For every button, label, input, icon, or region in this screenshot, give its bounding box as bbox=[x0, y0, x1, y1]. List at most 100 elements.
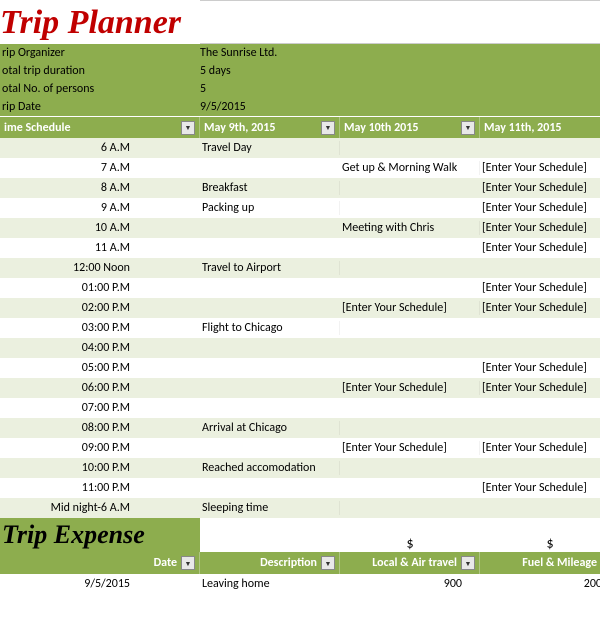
schedule-cell[interactable]: [Enter Your Schedule] bbox=[480, 281, 600, 295]
schedule-cell[interactable]: [Enter Your Schedule] bbox=[480, 221, 600, 235]
tripdate-label: rip Date bbox=[0, 100, 200, 114]
info-row-duration: otal trip duration 5 days bbox=[0, 62, 600, 80]
organizer-value[interactable]: The Sunrise Ltd. bbox=[200, 46, 277, 60]
time-cell[interactable]: 03:00 P.M bbox=[0, 321, 200, 335]
time-cell[interactable]: 12:00 Noon bbox=[0, 261, 200, 275]
time-cell[interactable]: 10 A.M bbox=[0, 221, 200, 235]
schedule-cell[interactable]: Meeting with Chris bbox=[340, 221, 480, 235]
schedule-cell[interactable]: Get up & Morning Walk bbox=[340, 161, 480, 175]
schedule-cell[interactable]: Arrival at Chicago bbox=[200, 421, 340, 435]
schedule-header-day3[interactable]: May 11th, 2015 ▼ bbox=[480, 117, 600, 138]
time-cell[interactable]: 01:00 P.M bbox=[0, 281, 200, 295]
schedule-row: 12:00 NoonTravel to Airport bbox=[0, 258, 600, 278]
schedule-row: 7 A.M Get up & Morning Walk[Enter Your Sc… bbox=[0, 158, 600, 178]
tripdate-value[interactable]: 9/5/2015 bbox=[200, 100, 246, 114]
schedule-cell[interactable]: Packing up bbox=[200, 201, 340, 215]
schedule-cell[interactable]: [Enter Your Schedule] bbox=[340, 381, 480, 395]
time-cell[interactable]: 05:00 P.M bbox=[0, 361, 200, 375]
expense-desc-cell[interactable]: Leaving home bbox=[200, 577, 340, 591]
schedule-row: 04:00 P.M bbox=[0, 338, 600, 358]
schedule-row: Mid night-6 A.MSleeping time bbox=[0, 498, 600, 518]
filter-dropdown-icon[interactable]: ▼ bbox=[181, 556, 195, 570]
schedule-cell[interactable]: [Enter Your Schedule] bbox=[480, 181, 600, 195]
expense-header-travel[interactable]: Local & Air travel ▼ bbox=[340, 552, 480, 574]
header-label-day2: May 10th 2015 bbox=[344, 121, 418, 135]
time-cell[interactable]: 11 A.M bbox=[0, 241, 200, 255]
schedule-cell[interactable]: Travel Day bbox=[200, 141, 340, 155]
schedule-row: 9 A.MPacking up [Enter Your Schedule] bbox=[0, 198, 600, 218]
schedule-cell[interactable]: [Enter Your Schedule] bbox=[480, 301, 600, 315]
currency-symbol: $ bbox=[340, 535, 480, 552]
schedule-cell[interactable]: [Enter Your Schedule] bbox=[480, 201, 600, 215]
expense-header-fuel[interactable]: Fuel & Mileage ▼ bbox=[480, 552, 600, 574]
time-cell[interactable]: 06:00 P.M bbox=[0, 381, 200, 395]
exp-header-date-label: Date bbox=[4, 556, 181, 570]
schedule-cell[interactable]: Reached accomodation bbox=[200, 461, 340, 475]
schedule-cell[interactable]: [Enter Your Schedule] bbox=[340, 301, 480, 315]
time-cell[interactable]: 6 A.M bbox=[0, 141, 200, 155]
filter-dropdown-icon[interactable]: ▼ bbox=[321, 121, 335, 135]
filter-dropdown-icon[interactable]: ▼ bbox=[461, 556, 475, 570]
schedule-cell[interactable]: [Enter Your Schedule] bbox=[480, 441, 600, 455]
expense-title-row: Trip Expense $ $ bbox=[0, 518, 600, 552]
schedule-row: 01:00 P.M [Enter Your Schedule] bbox=[0, 278, 600, 298]
exp-header-desc-label: Description bbox=[204, 556, 321, 570]
time-cell[interactable]: 9 A.M bbox=[0, 201, 200, 215]
schedule-row: 8 A.MBreakfast [Enter Your Schedule] bbox=[0, 178, 600, 198]
schedule-row: 09:00 P.M [Enter Your Schedule][Enter You… bbox=[0, 438, 600, 458]
schedule-header-time[interactable]: ime Schedule ▼ bbox=[0, 117, 200, 138]
expense-travel-cell[interactable]: 900 bbox=[340, 577, 480, 591]
time-cell[interactable]: 09:00 P.M bbox=[0, 441, 200, 455]
time-cell[interactable]: 08:00 P.M bbox=[0, 421, 200, 435]
schedule-cell[interactable]: Travel to Airport bbox=[200, 261, 340, 275]
page-title: Trip Planner bbox=[0, 0, 200, 44]
schedule-row: 11:00 P.M [Enter Your Schedule] bbox=[0, 478, 600, 498]
schedule-row: 10:00 P.MReached accomodation bbox=[0, 458, 600, 478]
expense-header-desc[interactable]: Description ▼ bbox=[200, 552, 340, 574]
schedule-cell[interactable]: [Enter Your Schedule] bbox=[480, 381, 600, 395]
schedule-row: 10 A.M Meeting with Chris[Enter Your Sche… bbox=[0, 218, 600, 238]
filter-dropdown-icon[interactable]: ▼ bbox=[181, 121, 195, 135]
expense-row: 9/5/2015Leaving home900200 bbox=[0, 574, 600, 594]
schedule-cell[interactable]: Flight to Chicago bbox=[200, 321, 340, 335]
expense-header-date[interactable]: Date ▼ bbox=[0, 552, 200, 574]
schedule-cell[interactable]: [Enter Your Schedule] bbox=[480, 161, 600, 175]
schedule-row: 6 A.MTravel Day bbox=[0, 138, 600, 158]
trip-info-block: rip Organizer The Sunrise Ltd. otal trip… bbox=[0, 44, 600, 116]
duration-label: otal trip duration bbox=[0, 64, 200, 78]
expense-date-cell[interactable]: 9/5/2015 bbox=[0, 577, 200, 591]
organizer-label: rip Organizer bbox=[0, 46, 200, 60]
schedule-row: 06:00 P.M [Enter Your Schedule][Enter You… bbox=[0, 378, 600, 398]
time-cell[interactable]: 04:00 P.M bbox=[0, 341, 200, 355]
schedule-header-day1[interactable]: May 9th, 2015 ▼ bbox=[200, 117, 340, 138]
schedule-cell[interactable]: [Enter Your Schedule] bbox=[480, 241, 600, 255]
time-cell[interactable]: 7 A.M bbox=[0, 161, 200, 175]
expense-title: Trip Expense bbox=[0, 518, 200, 552]
time-cell[interactable]: 11:00 P.M bbox=[0, 481, 200, 495]
time-cell[interactable]: Mid night-6 A.M bbox=[0, 501, 200, 515]
time-cell[interactable]: 02:00 P.M bbox=[0, 301, 200, 315]
schedule-cell[interactable]: [Enter Your Schedule] bbox=[480, 481, 600, 495]
exp-header-fuel-label: Fuel & Mileage bbox=[484, 556, 600, 570]
time-cell[interactable]: 10:00 P.M bbox=[0, 461, 200, 475]
duration-value[interactable]: 5 days bbox=[200, 64, 231, 78]
schedule-cell[interactable]: [Enter Your Schedule] bbox=[480, 361, 600, 375]
schedule-cell[interactable]: Breakfast bbox=[200, 181, 340, 195]
schedule-body: 6 A.MTravel Day7 A.MGet up & Morning Wal… bbox=[0, 138, 600, 518]
info-row-organizer: rip Organizer The Sunrise Ltd. bbox=[0, 44, 600, 62]
header-label-day1: May 9th, 2015 bbox=[204, 121, 275, 135]
schedule-header-day2[interactable]: May 10th 2015 ▼ bbox=[340, 117, 480, 138]
info-row-date: rip Date 9/5/2015 bbox=[0, 98, 600, 116]
persons-value[interactable]: 5 bbox=[200, 82, 206, 96]
expense-fuel-cell[interactable]: 200 bbox=[480, 577, 600, 591]
filter-dropdown-icon[interactable]: ▼ bbox=[461, 121, 475, 135]
schedule-row: 03:00 P.MFlight to Chicago bbox=[0, 318, 600, 338]
schedule-row: 02:00 P.M [Enter Your Schedule][Enter You… bbox=[0, 298, 600, 318]
schedule-cell[interactable]: [Enter Your Schedule] bbox=[340, 441, 480, 455]
filter-dropdown-icon[interactable]: ▼ bbox=[321, 556, 335, 570]
schedule-cell[interactable]: Sleeping time bbox=[200, 501, 340, 515]
time-cell[interactable]: 8 A.M bbox=[0, 181, 200, 195]
expense-header-row: Date ▼ Description ▼ Local & Air travel … bbox=[0, 552, 600, 574]
header-label-day3: May 11th, 2015 bbox=[484, 121, 562, 135]
time-cell[interactable]: 07:00 P.M bbox=[0, 401, 200, 415]
